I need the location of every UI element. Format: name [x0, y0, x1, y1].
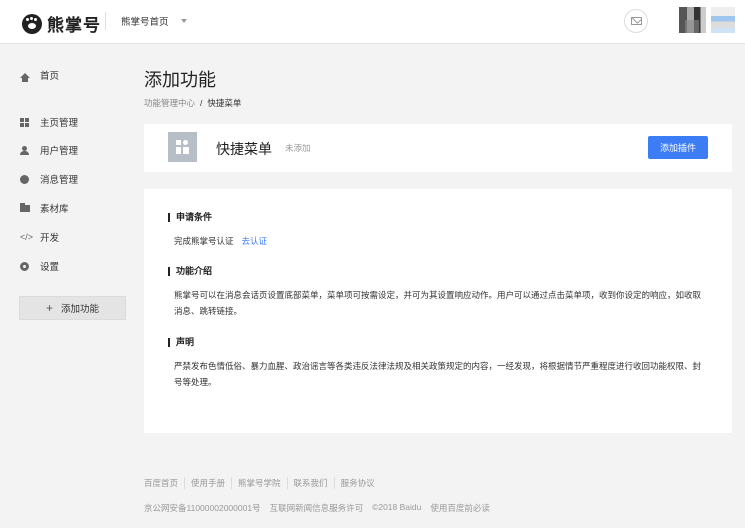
footer-legal-item[interactable]: 使用百度前必读: [430, 502, 490, 514]
section-body-requirements: 完成熊掌号认证 去认证: [174, 233, 709, 249]
breadcrumb: 功能管理中心 / 快捷菜单: [144, 97, 241, 109]
sidebar-item-homepage-management[interactable]: 主页管理: [20, 114, 78, 130]
sidebar-item-label: 主页管理: [40, 118, 79, 129]
folder-icon: [20, 202, 30, 212]
mail-icon: [630, 17, 642, 25]
sidebar-item-material-library[interactable]: 素材库: [20, 200, 69, 216]
verify-link[interactable]: 去认证: [242, 236, 268, 246]
grid-icon: [20, 117, 29, 127]
paw-logo-icon: [22, 13, 42, 34]
divider: [105, 12, 106, 30]
sidebar-item-develop[interactable]: </> 开发: [20, 229, 59, 245]
footer-link[interactable]: 联系我们: [286, 477, 334, 489]
section-body-introduction: 熊掌号可以在消息会话页设置底部菜单，菜单项可按需设定，并可为其设置响应动作。用户…: [174, 290, 702, 316]
footer-link[interactable]: 使用手册: [184, 477, 231, 489]
sidebar-item-label: 用户管理: [40, 146, 79, 157]
breadcrumb-separator: /: [200, 98, 203, 108]
section-body-statement: 严禁发布色情低俗、暴力血腥、政治谣言等各类违反法律法规及相关政策规定的内容，一经…: [174, 361, 702, 387]
footer-legal: 京公网安备11000002000001号 互联网新闻信息服务许可 ©2018 B…: [144, 502, 490, 514]
breadcrumb-current: 快捷菜单: [207, 98, 242, 108]
plus-icon: +: [45, 301, 53, 315]
add-feature-button[interactable]: + 添加功能: [19, 296, 126, 320]
detail-card: 申请条件 完成熊掌号认证 去认证 功能介绍 熊掌号可以在消息会话页设置底部菜单，菜…: [144, 189, 732, 433]
account-switcher[interactable]: 熊掌号首页: [121, 14, 187, 28]
feature-name: 快捷菜单: [216, 141, 272, 157]
page-title: 添加功能: [144, 70, 216, 90]
logo[interactable]: 熊掌号: [22, 11, 101, 36]
sidebar-item-label: 开发: [40, 233, 60, 244]
logo-text: 熊掌号: [47, 16, 101, 35]
add-feature-label: 添加功能: [61, 304, 100, 315]
sidebar-item-message-management[interactable]: 消息管理: [20, 171, 78, 187]
mail-button[interactable]: [624, 9, 648, 33]
footer-link[interactable]: 熊掌号学院: [231, 477, 287, 489]
account-avatar[interactable]: [711, 7, 735, 33]
sidebar-item-label: 消息管理: [40, 175, 79, 186]
avatar[interactable]: [679, 7, 706, 33]
footer-legal-item[interactable]: 京公网安备11000002000001号: [144, 502, 261, 514]
sidebar-item-home[interactable]: 首页: [20, 67, 59, 83]
footer-link[interactable]: 百度首页: [144, 477, 184, 489]
code-icon: </>: [20, 232, 34, 242]
sidebar-item-settings[interactable]: 设置: [20, 258, 59, 274]
footer-legal-item: ©2018 Baidu: [372, 502, 422, 512]
footer-link[interactable]: 服务协议: [333, 477, 381, 489]
feature-card: 快捷菜单 未添加 添加插件: [144, 124, 732, 172]
gear-icon: [20, 261, 29, 271]
section-title-introduction: 功能介绍: [168, 267, 212, 276]
footer-legal-item[interactable]: 互联网新闻信息服务许可: [270, 502, 364, 514]
message-icon: [20, 174, 29, 184]
account-switcher-label: 熊掌号首页: [121, 17, 169, 28]
top-bar: 熊掌号 熊掌号首页: [0, 0, 745, 44]
section-title-statement: 声明: [168, 338, 194, 347]
add-plugin-button[interactable]: 添加插件: [648, 136, 708, 159]
chevron-down-icon: [180, 19, 187, 23]
home-icon: [20, 72, 30, 82]
sidebar-item-label: 设置: [40, 262, 60, 273]
sidebar-item-label: 首页: [40, 71, 60, 82]
footer-links: 百度首页 使用手册 熊掌号学院 联系我们 服务协议: [144, 477, 381, 489]
sidebar-item-user-management[interactable]: 用户管理: [20, 142, 78, 158]
sidebar-item-label: 素材库: [40, 204, 69, 215]
user-icon: [20, 145, 29, 155]
requirement-text: 完成熊掌号认证: [174, 236, 234, 246]
breadcrumb-parent-link[interactable]: 功能管理中心: [144, 98, 195, 108]
section-title-requirements: 申请条件: [168, 213, 212, 222]
feature-status: 未添加: [285, 143, 311, 153]
shortcut-menu-icon: [168, 132, 197, 162]
